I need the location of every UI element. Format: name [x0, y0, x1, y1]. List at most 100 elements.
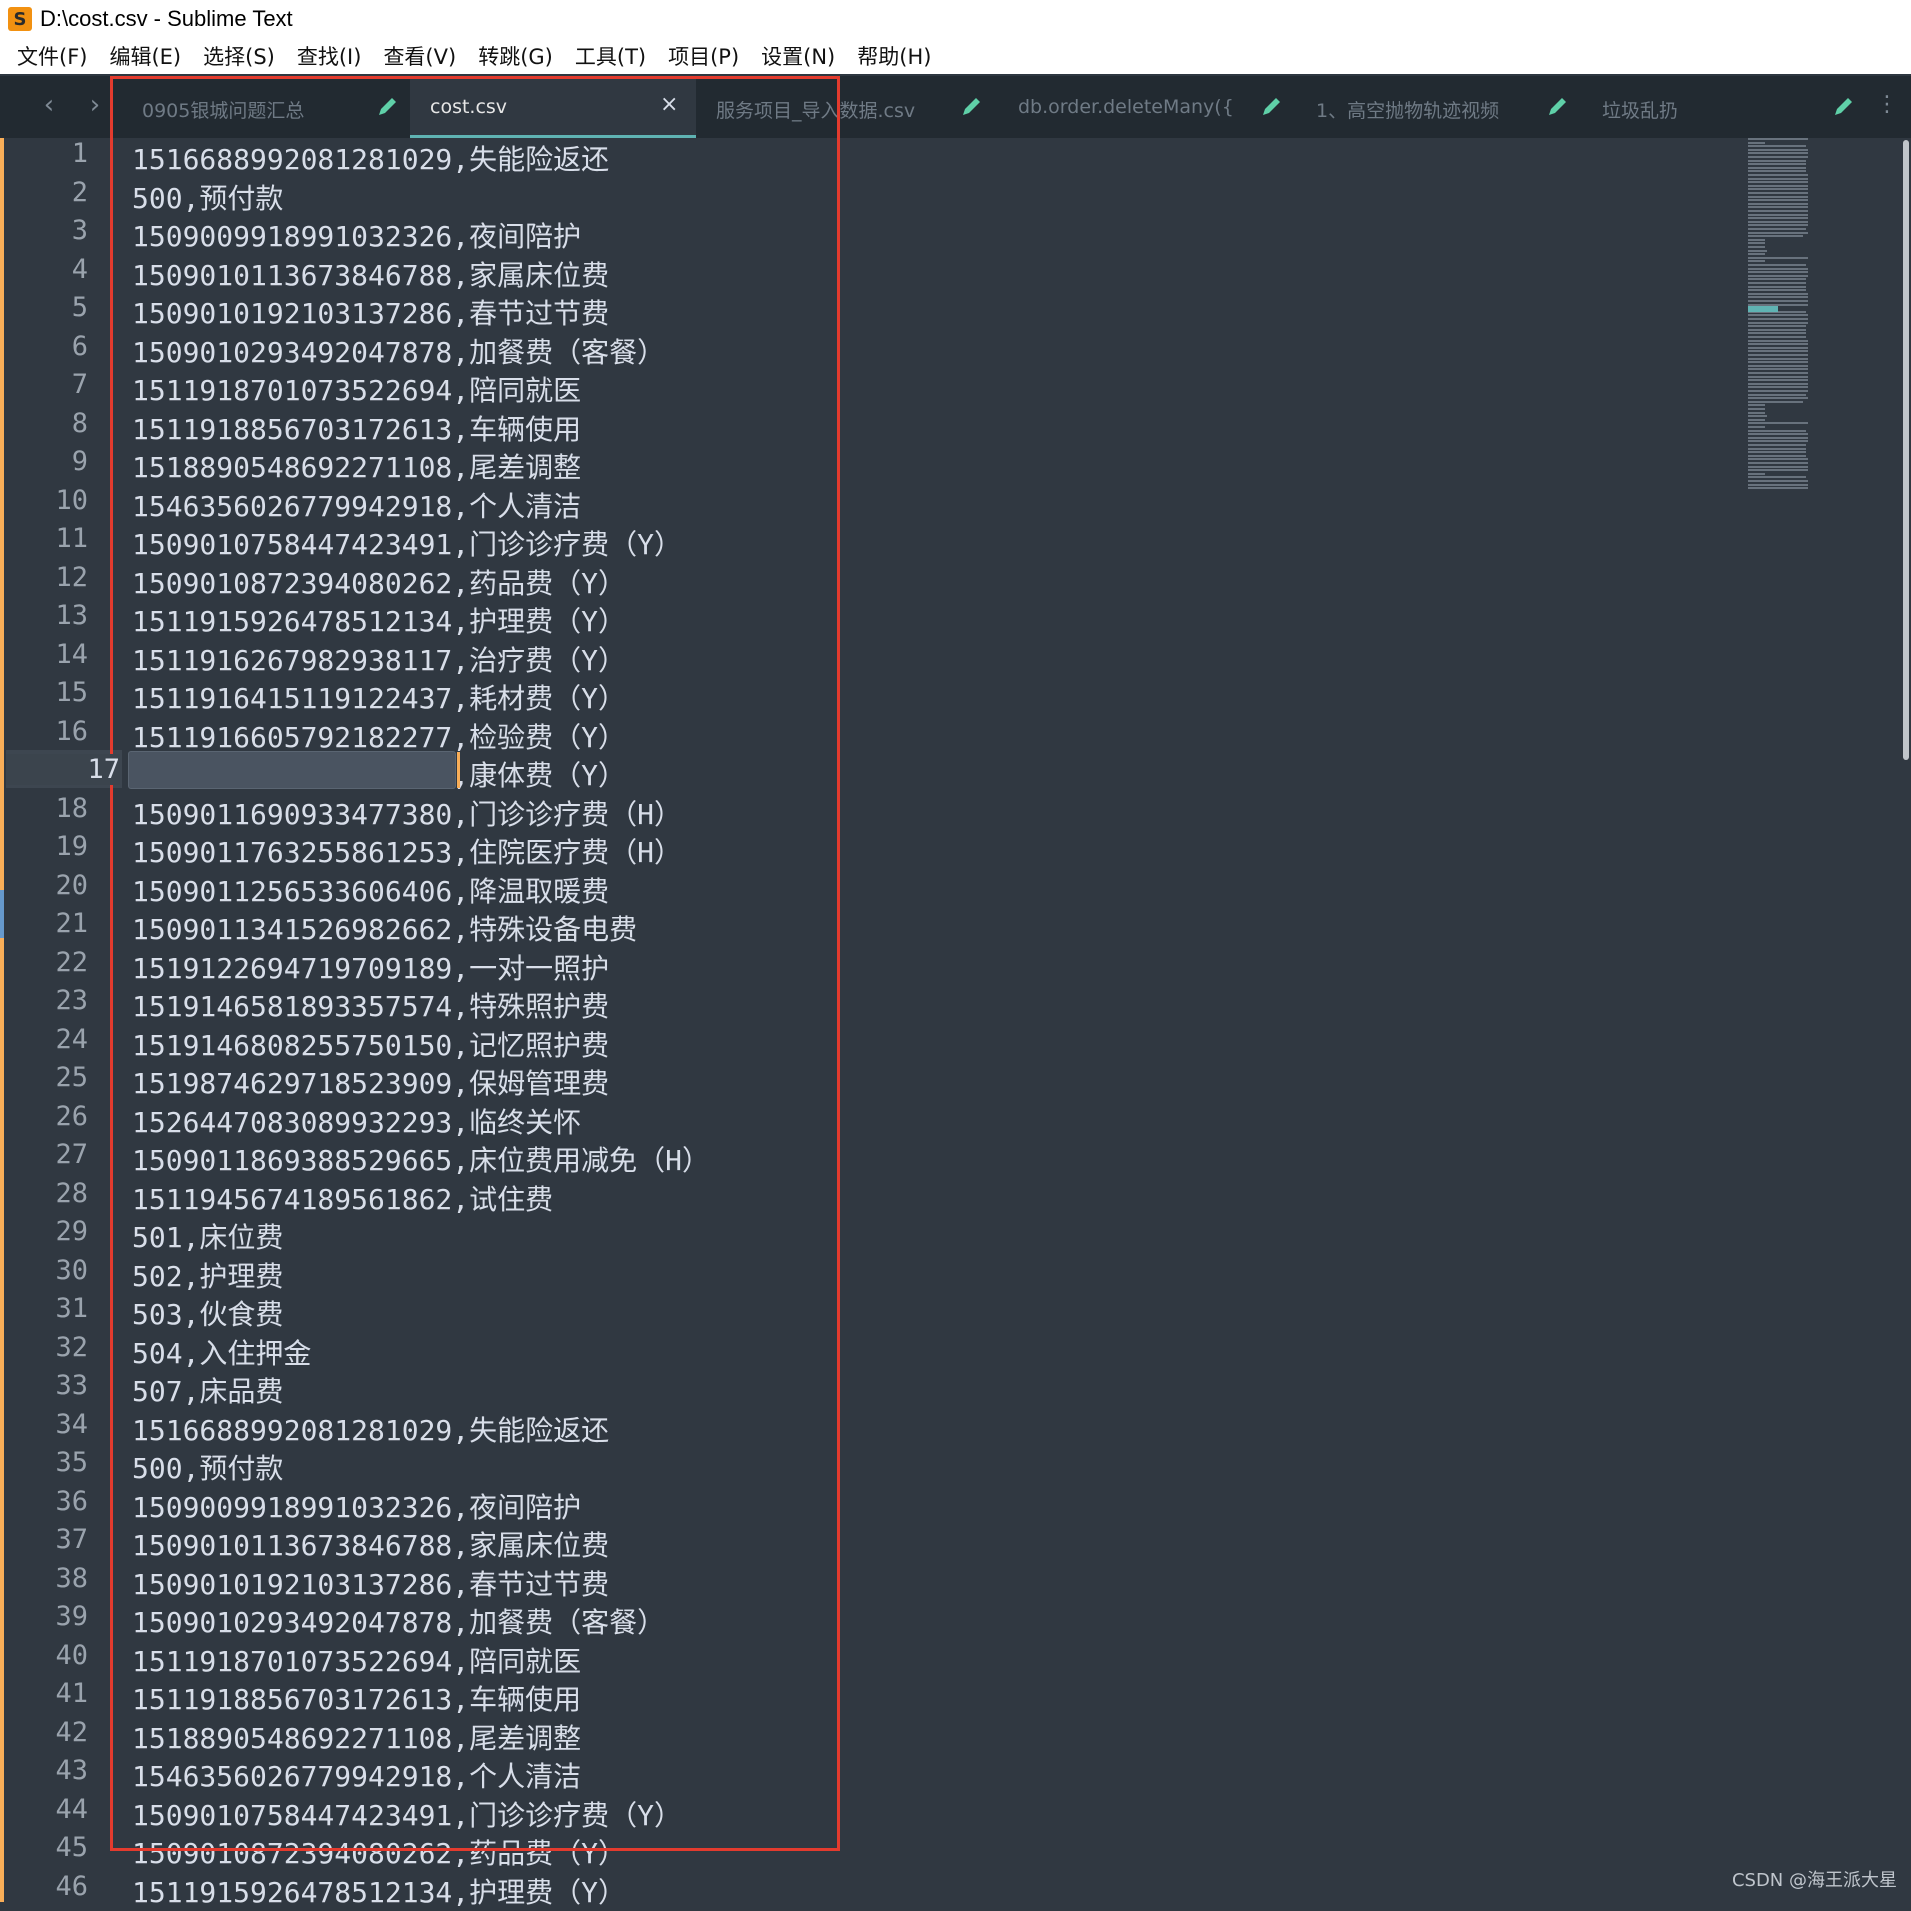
pencil-icon[interactable] [1546, 94, 1570, 118]
pencil-icon[interactable] [960, 94, 984, 118]
tab-gaokong[interactable]: 1、高空抛物轨迹视频 [1296, 76, 1582, 138]
code-line[interactable]: 1509010192103137286,春节过节费 [132, 292, 609, 332]
code-line[interactable]: 1511915926478512134,护理费（Y） [132, 600, 626, 640]
menu-help[interactable]: 帮助(H) [857, 41, 931, 71]
minimap-line [1748, 357, 1808, 360]
code-line[interactable]: 1509010192103137286,春节过节费 [132, 1563, 609, 1603]
minimap-line [1748, 368, 1808, 371]
minimap-line [1748, 332, 1806, 335]
tab-next-arrow-icon[interactable]: › [80, 90, 110, 120]
menu-tools[interactable]: 工具(T) [575, 41, 646, 71]
code-line[interactable]: 1516688992081281029,失能险返还 [132, 138, 609, 178]
menu-edit[interactable]: 编辑(E) [109, 41, 181, 71]
code-line[interactable]: 1509010293492047878,加餐费（客餐） [132, 331, 665, 371]
tab-0905[interactable]: 0905银城问题汇总 [122, 76, 412, 138]
minimap-line [1748, 404, 1765, 407]
code-line[interactable]: 1511915926478512134,护理费（Y） [132, 1871, 626, 1911]
code-line[interactable]: 1511945674189561862,试住费 [132, 1178, 553, 1218]
window-title: D:\cost.csv - Sublime Text [40, 6, 293, 31]
code-line[interactable]: 1511918856703172613,车辆使用 [132, 408, 581, 448]
code-line[interactable]: 1519122694719709189,一对一照护 [132, 947, 609, 987]
line-number: 11 [55, 523, 88, 554]
vertical-scrollbar[interactable] [1903, 140, 1909, 760]
line-number: 13 [55, 600, 88, 631]
menu-goto[interactable]: 转跳(G) [478, 41, 553, 71]
tab-laji[interactable]: 垃圾乱扔 [1582, 76, 1868, 138]
menu-find[interactable]: 查找(I) [297, 41, 362, 71]
tab-label: 1、高空抛物轨迹视频 [1316, 100, 1500, 122]
code-line[interactable]: 1509011256533606406,降温取暖费 [132, 870, 609, 910]
menu-view[interactable]: 查看(V) [383, 41, 456, 71]
minimap-line [1748, 285, 1806, 288]
code-line[interactable]: 1511916267982938117,治疗费（Y） [132, 639, 626, 679]
code-line[interactable]: 1509011869388529665,床位费用减免（H） [132, 1139, 710, 1179]
menu-project[interactable]: 项目(P) [668, 41, 739, 71]
code-line[interactable]: 1509010113673846788,家属床位费 [132, 1524, 609, 1564]
code-line[interactable]: 503,伙食费 [132, 1293, 283, 1333]
line-number: 26 [55, 1100, 88, 1132]
code-line[interactable]: 1511916415119122437,耗材费（Y） [132, 677, 626, 717]
code-line[interactable]: 1509011690933477380,门诊诊疗费（H） [132, 793, 682, 833]
code-line[interactable]: 500,预付款 [132, 1447, 283, 1487]
code-line[interactable]: 1511918701073522694,陪同就医 [132, 1640, 581, 1680]
code-line[interactable]: 1518890548692271108,尾差调整 [132, 1717, 581, 1757]
minimap-line [1748, 174, 1808, 176]
minimap-line [1748, 318, 1808, 320]
tab-cost-csv[interactable]: cost.csv × [410, 76, 696, 138]
code-line[interactable]: 1509010872394080262,药品费（Y） [132, 1832, 626, 1872]
code-line[interactable]: 1511918701073522694,陪同就医 [132, 369, 581, 409]
tab-label: 服务项目_导入数据.csv [716, 100, 916, 122]
code-line[interactable]: 1511918856703172613,车辆使用 [132, 1678, 581, 1718]
line-number: 14 [55, 638, 88, 670]
code-line[interactable]: 1509010758447423491,门诊诊疗费（Y） [132, 523, 682, 563]
minimap-line [1748, 163, 1806, 166]
minimap-line [1748, 393, 1806, 396]
code-line[interactable]: 1509011341526982662,特殊设备电费 [132, 908, 637, 948]
line-number: 19 [55, 831, 88, 862]
code-line[interactable]: 1509010872394080262,药品费（Y） [132, 562, 626, 602]
tab-db-order[interactable]: db.order.deleteMany({ [996, 76, 1296, 138]
code-line[interactable]: 1509010293492047878,加餐费（客餐） [132, 1601, 665, 1641]
minimap-line [1748, 343, 1808, 346]
code-line[interactable]: 1511916605792182277,检验费（Y） [132, 716, 626, 756]
menu-file[interactable]: 文件(F) [17, 41, 87, 71]
code-line[interactable]: 1509011763255861253,住院医疗费（H） [132, 831, 682, 871]
code-line[interactable]: 1519146581893357574,特殊照护费 [132, 985, 609, 1025]
code-line[interactable]: 1519874629718523909,保姆管理费 [132, 1062, 609, 1102]
code-line[interactable]: 1546356026779942918,个人清洁 [132, 485, 581, 525]
code-line[interactable]: 1509009918991032326,夜间陪护 [132, 1486, 581, 1526]
code-line[interactable]: 1546356026779942918,个人清洁 [132, 1755, 581, 1795]
minimap-line [1748, 483, 1808, 486]
code-line[interactable]: 500,预付款 [132, 177, 283, 217]
tab-prev-arrow-icon[interactable]: ‹ [34, 90, 64, 120]
pencil-icon[interactable] [1260, 94, 1284, 118]
pencil-icon[interactable] [376, 94, 400, 118]
pencil-icon[interactable] [1832, 94, 1856, 118]
code-line[interactable]: 1509010113673846788,家属床位费 [132, 254, 609, 294]
line-number: 33 [55, 1370, 88, 1401]
code-line[interactable]: 1519146808255750150,记忆照护费 [132, 1024, 609, 1064]
minimap-line [1748, 361, 1808, 364]
menu-selection[interactable]: 选择(S) [203, 41, 275, 71]
code-line[interactable]: 1518890548692271108,尾差调整 [132, 446, 581, 486]
code-line[interactable]: 501,床位费 [132, 1216, 283, 1256]
line-number: 31 [55, 1293, 88, 1324]
code-line[interactable]: 502,护理费 [132, 1255, 283, 1295]
code-line[interactable]: 1509009918991032326,夜间陪护 [132, 215, 581, 255]
code-line[interactable]: 1526447083089932293,临终关怀 [132, 1101, 581, 1141]
minimap-line [1748, 397, 1808, 400]
close-icon[interactable]: × [660, 92, 678, 117]
code-line[interactable]: 507,床品费 [132, 1370, 283, 1410]
minimap-line [1748, 253, 1765, 256]
minimap-line [1748, 321, 1808, 324]
line-number: 38 [55, 1562, 88, 1594]
code-line[interactable]: 1516688992081281029,失能险返还 [132, 1409, 609, 1449]
more-vertical-icon[interactable]: ⋮ [1872, 90, 1902, 120]
code-line[interactable]: 1509010758447423491,门诊诊疗费（Y） [132, 1794, 682, 1834]
code-line[interactable]: 504,入住押金 [132, 1332, 311, 1372]
minimap-line [1748, 386, 1808, 389]
menu-preferences[interactable]: 设置(N) [761, 41, 835, 71]
tab-fuwu-xiangmu[interactable]: 服务项目_导入数据.csv [696, 76, 996, 138]
minimap-viewport-marker[interactable] [1748, 306, 1778, 312]
minimap[interactable] [1748, 138, 1908, 490]
